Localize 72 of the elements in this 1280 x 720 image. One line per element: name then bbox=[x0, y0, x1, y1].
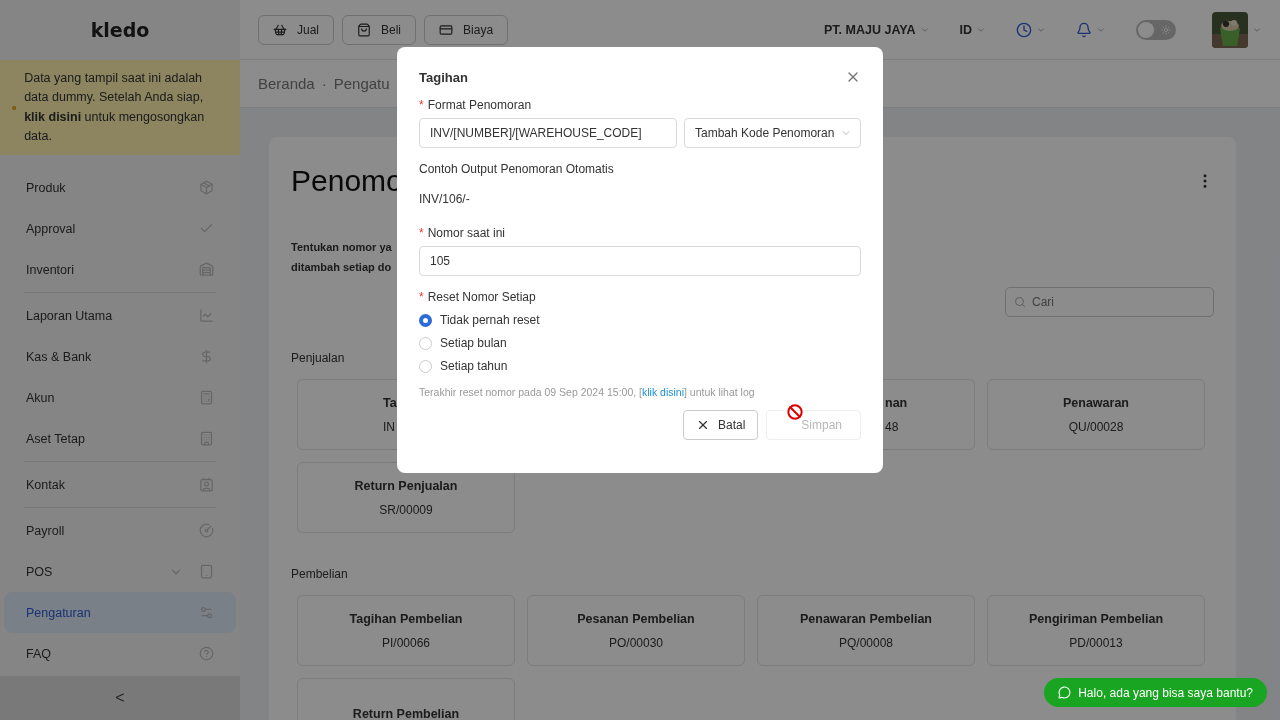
search-field[interactable]: Cari bbox=[1005, 287, 1214, 317]
not-allowed-cursor-icon bbox=[787, 404, 803, 420]
menu-icon bbox=[199, 390, 214, 405]
sidebar-item[interactable]: Pengaturan bbox=[4, 592, 236, 633]
menu-icon bbox=[199, 349, 214, 364]
sidebar-item[interactable]: Kas & Bank bbox=[4, 336, 236, 377]
logo: kledo bbox=[89, 18, 151, 43]
sidebar-item[interactable]: Aset Tetap bbox=[4, 418, 236, 459]
bag-icon bbox=[357, 22, 371, 37]
radio-option[interactable]: Setiap tahun bbox=[419, 359, 508, 373]
card-icon bbox=[439, 22, 454, 37]
example-value: INV/106/- bbox=[419, 192, 470, 206]
number-field[interactable]: 105 bbox=[419, 246, 861, 276]
company-selector[interactable]: PT. MAJU JAYA bbox=[824, 22, 916, 37]
menu-icon bbox=[199, 523, 214, 538]
menu-icon bbox=[199, 180, 214, 195]
code-select[interactable]: Tambah Kode Penomoran bbox=[684, 118, 861, 148]
language-selector[interactable]: ID bbox=[959, 22, 972, 37]
sidebar-item[interactable]: Kontak bbox=[4, 464, 236, 505]
menu-icon bbox=[199, 605, 214, 620]
sidebar-item[interactable]: Payroll bbox=[4, 510, 236, 551]
description: Tentukan nomor ya ditambah setiap do bbox=[291, 240, 392, 275]
format-field[interactable]: INV/[NUMBER]/[WAREHOUSE_CODE] bbox=[419, 118, 677, 148]
section-title: Pembelian bbox=[291, 567, 348, 581]
toolbar-button[interactable]: Biaya bbox=[424, 14, 509, 45]
sidebar-item[interactable]: FAQ bbox=[4, 633, 236, 674]
menu-icon bbox=[199, 308, 214, 323]
sidebar-item[interactable]: POS bbox=[4, 551, 236, 592]
chat-button[interactable]: Halo, ada yang bisa saya bantu? bbox=[1044, 678, 1267, 707]
breadcrumb-link[interactable]: Pengatu bbox=[333, 75, 390, 92]
cancel-button[interactable]: Batal bbox=[682, 410, 759, 440]
chat-icon bbox=[1058, 686, 1072, 699]
field-label: Nomor saat ini bbox=[427, 226, 506, 240]
log-link[interactable]: klik disini bbox=[642, 386, 684, 398]
menu-icon bbox=[199, 646, 214, 661]
example-label: Contoh Output Penomoran Otomatis bbox=[419, 162, 614, 176]
radio-option[interactable]: Setiap bulan bbox=[419, 336, 507, 350]
breadcrumb-separator: · bbox=[321, 75, 327, 92]
toolbar-button[interactable]: Beli bbox=[342, 14, 417, 45]
basket-icon bbox=[273, 22, 287, 37]
collapse-button[interactable]: < bbox=[0, 676, 240, 720]
required-mark: * bbox=[419, 98, 424, 112]
sidebar-item[interactable]: Inventori bbox=[4, 249, 236, 290]
numbering-card[interactable]: Tagihan Pembelian PI/00066 bbox=[297, 595, 515, 666]
clock-icon[interactable] bbox=[1016, 21, 1032, 38]
breadcrumb-link[interactable]: Beranda bbox=[258, 75, 315, 92]
numbering-card[interactable]: Return Pembelian bbox=[297, 678, 515, 720]
numbering-card[interactable]: Penawaran Pembelian PQ/00008 bbox=[757, 595, 975, 666]
sidebar-item[interactable]: Produk bbox=[4, 167, 236, 208]
sidebar-item[interactable]: Laporan Utama bbox=[4, 295, 236, 336]
field-label: Format Penomoran bbox=[427, 98, 532, 112]
bell-icon[interactable] bbox=[1076, 21, 1092, 38]
sidebar-item[interactable]: Approval bbox=[4, 208, 236, 249]
sun-icon bbox=[1161, 24, 1171, 35]
radio-option[interactable]: Tidak pernah reset bbox=[419, 313, 540, 327]
required-mark: * bbox=[419, 290, 424, 304]
menu-icon bbox=[199, 431, 214, 446]
numbering-card[interactable]: Pesanan Pembelian PO/00030 bbox=[527, 595, 745, 666]
required-mark: * bbox=[419, 226, 424, 240]
notice-text: Data yang tampil saat ini adalah data dummy. Setelah Anda siap, klik disini untuk mengosongkan data. bbox=[24, 69, 206, 145]
section-title: Penjualan bbox=[291, 351, 345, 365]
menu-icon bbox=[199, 477, 214, 492]
numbering-card[interactable]: Pengiriman Pembelian PD/00013 bbox=[987, 595, 1205, 666]
menu-icon bbox=[199, 564, 214, 579]
sidebar-item[interactable]: Akun bbox=[4, 377, 236, 418]
menu-icon bbox=[199, 262, 214, 277]
theme-toggle[interactable] bbox=[1136, 19, 1176, 40]
numbering-card[interactable]: Penawaran QU/00028 bbox=[987, 379, 1205, 450]
reset-note: Terakhir reset nomor pada 09 Sep 2024 15:00, [klik disini] untuk lihat log bbox=[419, 386, 755, 398]
field-label: Reset Nomor Setiap bbox=[427, 290, 536, 304]
dialog-title: Tagihan bbox=[419, 69, 468, 85]
toolbar-button[interactable]: Jual bbox=[258, 14, 334, 45]
